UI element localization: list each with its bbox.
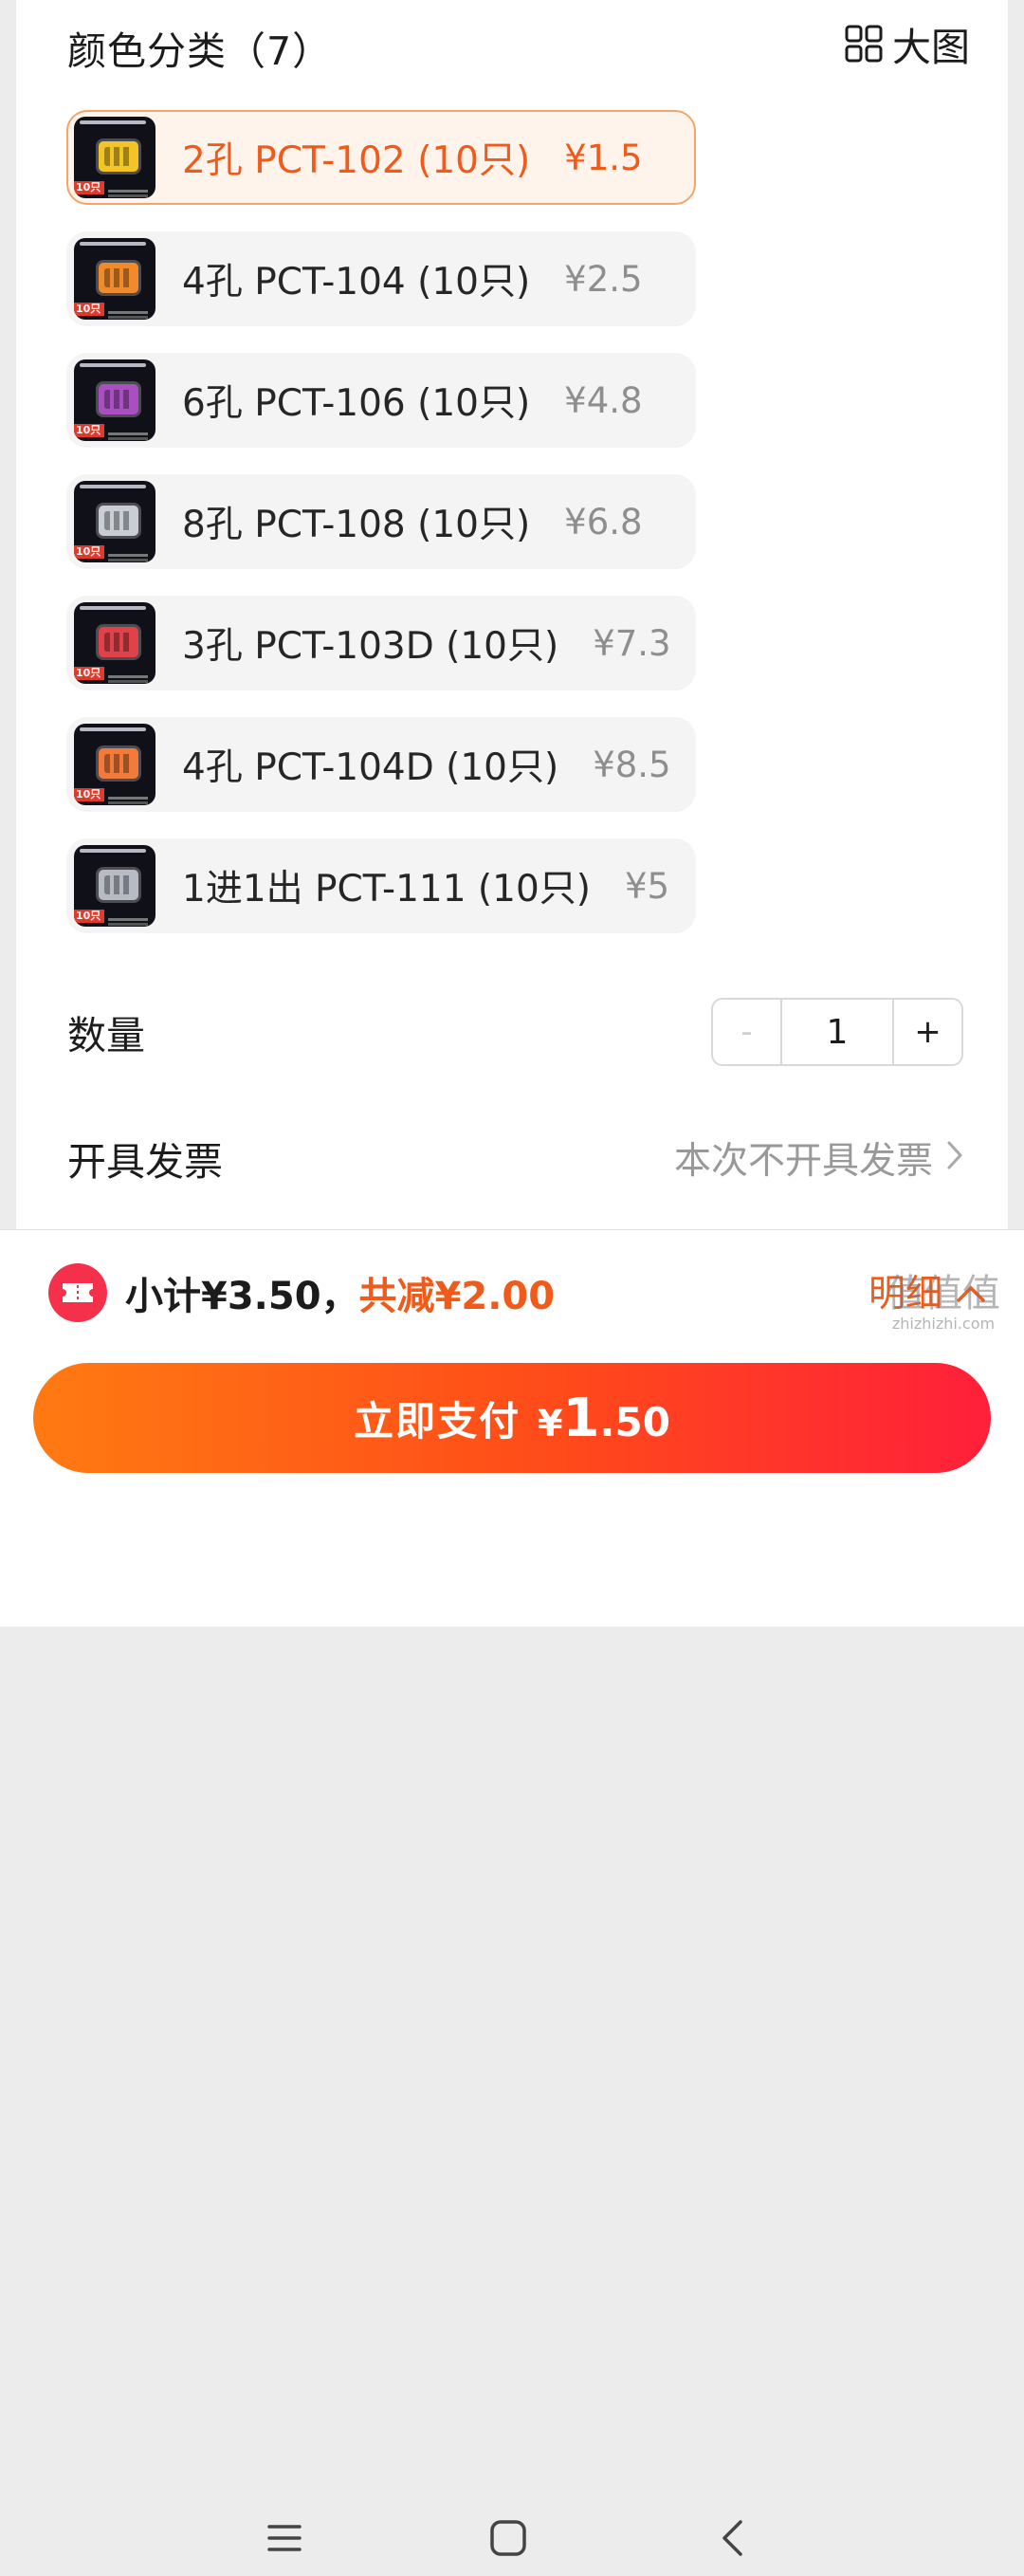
thumb-caption: [80, 120, 146, 124]
option-item[interactable]: 10只 2孔 PCT-102 (10只) ¥1.5: [66, 110, 696, 205]
thumb-caption: [80, 849, 146, 853]
thumb-fine-print: [108, 311, 148, 314]
thumb-fine-print: [108, 554, 148, 557]
option-item[interactable]: 10只 4孔 PCT-104 (10只) ¥2.5: [66, 231, 696, 326]
connector-image: [99, 263, 138, 293]
increment-button[interactable]: +: [894, 1000, 961, 1064]
option-price: ¥5: [624, 865, 670, 907]
section-header: 颜色分类（7） 大图: [67, 11, 970, 74]
thumb-fine-print: [108, 675, 148, 678]
option-name: 8孔 PCT-108 (10只): [182, 504, 531, 546]
option-thumbnail: 10只: [74, 724, 155, 805]
pay-amount-decimal: .50: [599, 1398, 670, 1445]
option-thumbnail: 10只: [74, 117, 155, 198]
option-thumbnail: 10只: [74, 845, 155, 927]
pay-amount: ¥ 1 .50: [538, 1388, 670, 1449]
back-icon[interactable]: [704, 2510, 760, 2567]
discount-text: 共减¥2.00: [358, 1275, 556, 1318]
thumb-badge: 10只: [74, 545, 104, 559]
thumb-caption: [80, 363, 146, 367]
option-thumbnail: 10只: [74, 238, 155, 320]
option-name: 2孔 PCT-102 (10只): [182, 139, 531, 182]
thumb-caption: [80, 485, 146, 488]
invoice-label: 开具发票: [67, 1139, 223, 1185]
decrement-button[interactable]: -: [713, 1000, 780, 1064]
system-nav-bar: [0, 2496, 1024, 2576]
invoice-value: 本次不开具发票: [673, 1140, 933, 1183]
watermark-url: zhizhizhi.com: [891, 1315, 996, 1333]
option-price: ¥6.8: [564, 501, 643, 543]
connector-image: [99, 627, 138, 657]
pay-amount-integer: 1: [562, 1387, 600, 1449]
thumb-badge: 10只: [74, 303, 104, 316]
quantity-input[interactable]: 1: [780, 1000, 894, 1064]
option-price: ¥1.5: [564, 137, 643, 178]
option-price: ¥7.3: [593, 622, 671, 664]
thumb-fine-print: [108, 797, 148, 800]
option-thumbnail: 10只: [74, 359, 155, 441]
thumb-fine-print: [108, 432, 148, 435]
option-name: 3孔 PCT-103D (10只): [182, 625, 559, 668]
pay-currency: ¥: [538, 1402, 563, 1444]
thumb-badge: 10只: [74, 181, 104, 194]
pay-now-button[interactable]: 立即支付 ¥ 1 .50: [33, 1363, 991, 1473]
option-item[interactable]: 10只 6孔 PCT-106 (10只) ¥4.8: [66, 353, 696, 448]
thumb-badge: 10只: [74, 788, 104, 801]
option-name: 6孔 PCT-106 (10只): [182, 382, 531, 425]
connector-image: [99, 870, 138, 900]
thumb-fine-print: [108, 918, 148, 921]
option-name: 4孔 PCT-104D (10只): [182, 746, 559, 789]
option-thumbnail: 10只: [74, 602, 155, 684]
price-summary: 小计¥3.50， 共减¥2.00: [47, 1262, 555, 1323]
chevron-right-icon: [946, 1137, 963, 1180]
option-list: 10只 2孔 PCT-102 (10只) ¥1.5 10只 4孔 PCT-104…: [66, 110, 696, 960]
watermark: 值值值 zhizhizhi.com: [872, 1272, 1015, 1338]
option-price: ¥8.5: [593, 744, 671, 785]
grid-icon: [845, 25, 883, 63]
option-item[interactable]: 10只 1进1出 PCT-111 (10只) ¥5: [66, 838, 696, 933]
thumb-badge: 10只: [74, 424, 104, 437]
sku-selector-sheet: 颜色分类（7） 大图 10只 2孔 PCT-102 (10只) ¥1.5 10只…: [16, 0, 1008, 1229]
connector-image: [99, 384, 138, 414]
large-image-label: 大图: [892, 25, 970, 70]
option-item[interactable]: 10只 4孔 PCT-104D (10只) ¥8.5: [66, 717, 696, 812]
subtotal-text: 小计¥3.50，: [125, 1275, 359, 1318]
option-name: 1进1出 PCT-111 (10只): [182, 868, 591, 911]
section-title: 颜色分类（7）: [67, 28, 333, 74]
coupon-icon: [47, 1262, 108, 1323]
pay-label: 立即支付: [354, 1397, 521, 1444]
option-item[interactable]: 10只 8孔 PCT-108 (10只) ¥6.8: [66, 474, 696, 569]
option-name: 4孔 PCT-104 (10只): [182, 261, 531, 304]
thumb-caption: [80, 727, 146, 731]
invoice-row[interactable]: 开具发票 本次不开具发票: [67, 1125, 963, 1191]
option-thumbnail: 10只: [74, 481, 155, 562]
quantity-stepper: - 1 +: [711, 998, 963, 1066]
thumb-caption: [80, 242, 146, 246]
quantity-row: 数量 - 1 +: [67, 998, 963, 1066]
thumb-badge: 10只: [74, 667, 104, 680]
invoice-value-group: 本次不开具发票: [674, 1132, 963, 1185]
home-icon[interactable]: [480, 2510, 537, 2567]
menu-icon[interactable]: [256, 2510, 313, 2567]
option-price: ¥4.8: [564, 379, 643, 421]
checkout-bar: 小计¥3.50， 共减¥2.00 明细 立即支付 ¥ 1 .50 值值值 zhi…: [0, 1229, 1024, 2556]
watermark-logo: 值值值: [887, 1272, 1000, 1316]
thumb-fine-print: [108, 190, 148, 193]
quantity-label: 数量: [67, 1013, 145, 1058]
connector-image: [99, 141, 138, 172]
thumb-badge: 10只: [74, 910, 104, 923]
thumb-caption: [80, 606, 146, 610]
option-item[interactable]: 10只 3孔 PCT-103D (10只) ¥7.3: [66, 596, 696, 690]
connector-image: [99, 506, 138, 536]
large-image-toggle[interactable]: 大图: [845, 19, 970, 70]
connector-image: [99, 748, 138, 779]
option-price: ¥2.5: [564, 258, 643, 300]
